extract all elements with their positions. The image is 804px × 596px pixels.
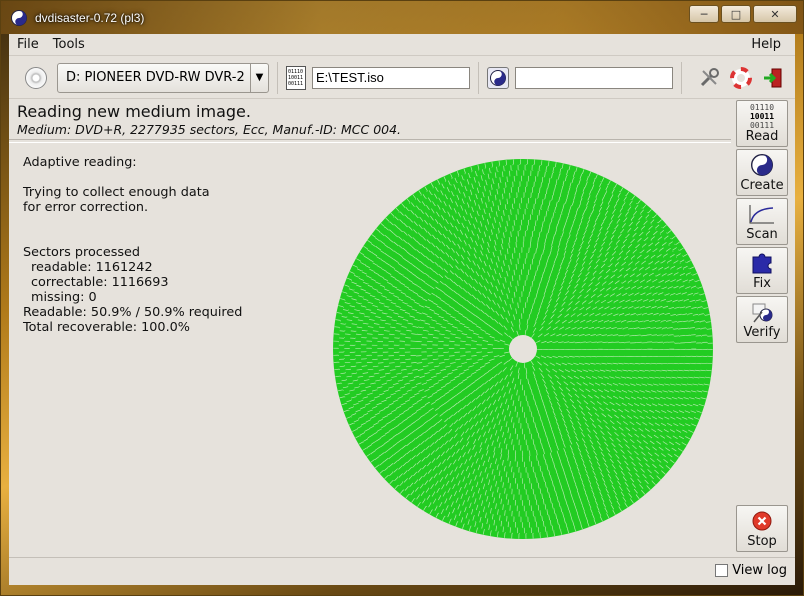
drive-select[interactable]: D: PIONEER DVD-RW DVR-2 ▼ bbox=[57, 62, 269, 93]
toolbar-separator bbox=[277, 61, 278, 94]
sectors-header: Sectors processed bbox=[23, 245, 141, 260]
view-log-label: View log bbox=[732, 563, 787, 578]
yin-yang-icon bbox=[751, 152, 773, 178]
medium-info: Medium: DVD+R, 2277935 sectors, Ecc, Man… bbox=[17, 122, 402, 137]
binary-read-icon: 01110 10011 00111 bbox=[749, 102, 775, 130]
view-log-button[interactable]: View log bbox=[715, 563, 787, 578]
log-icon bbox=[715, 564, 729, 577]
read-icon-bits: 01110 bbox=[749, 102, 775, 112]
dropdown-arrow-icon[interactable]: ▼ bbox=[250, 63, 268, 92]
fix-button[interactable]: Fix bbox=[736, 247, 788, 294]
scan-curve-icon bbox=[748, 201, 776, 227]
reading-panel: Adaptive reading: Trying to collect enou… bbox=[9, 142, 731, 556]
info-text: for error correction. bbox=[23, 200, 149, 215]
file-icon-bits: 00111 bbox=[288, 80, 304, 87]
preferences-icon[interactable] bbox=[696, 65, 722, 91]
reading-stats: Adaptive reading: Trying to collect enou… bbox=[23, 155, 242, 335]
info-text: Trying to collect enough data bbox=[23, 185, 210, 200]
minimize-button[interactable]: ─ bbox=[689, 5, 719, 23]
ecc-file-icon[interactable] bbox=[487, 66, 509, 89]
window-title: dvdisaster-0.72 (pl3) bbox=[35, 10, 145, 25]
correctable-count: correctable: 1116693 bbox=[31, 275, 169, 290]
image-file-icon[interactable]: 01110 10011 00111 bbox=[286, 65, 306, 90]
stop-button-label: Stop bbox=[747, 534, 777, 549]
readable-count: readable: 1161242 bbox=[31, 260, 153, 275]
read-icon-bits: 10011 bbox=[749, 111, 775, 121]
action-sidebar: 01110 10011 00111 Read Create Scan Fix V… bbox=[736, 100, 790, 556]
dvdisaster-logo-icon bbox=[11, 9, 27, 26]
title-bar[interactable]: dvdisaster-0.72 (pl3) ─ □ ✕ bbox=[1, 1, 803, 34]
help-lifebuoy-icon[interactable] bbox=[728, 65, 754, 91]
menu-help[interactable]: Help bbox=[747, 37, 787, 52]
scan-button-label: Scan bbox=[746, 227, 778, 242]
file-icon-bits: 01110 bbox=[288, 68, 304, 75]
missing-count: missing: 0 bbox=[31, 290, 97, 305]
menu-file[interactable]: File bbox=[13, 37, 45, 52]
mode-label: Adaptive reading: bbox=[23, 155, 137, 170]
sector-map-disc bbox=[333, 159, 713, 539]
menu-bar: File Tools Help bbox=[9, 34, 795, 56]
scan-button[interactable]: Scan bbox=[736, 198, 788, 245]
status-area: Reading new medium image. Medium: DVD+R,… bbox=[9, 100, 731, 140]
readable-percent: Readable: 50.9% / 50.9% required bbox=[23, 305, 243, 320]
puzzle-piece-icon bbox=[750, 250, 774, 276]
stop-button[interactable]: Stop bbox=[736, 505, 788, 552]
read-button[interactable]: 01110 10011 00111 Read bbox=[736, 100, 788, 147]
verify-button[interactable]: Verify bbox=[736, 296, 788, 343]
verify-button-label: Verify bbox=[743, 325, 781, 340]
client-area: File Tools Help D: PIONEER DVD-RW DVR-2 … bbox=[9, 34, 795, 585]
image-file-input[interactable]: E:\TEST.iso bbox=[312, 66, 470, 89]
fix-button-label: Fix bbox=[753, 276, 771, 291]
bottom-bar: View log bbox=[9, 557, 795, 585]
stop-icon bbox=[752, 508, 772, 534]
toolbar-separator bbox=[478, 61, 479, 94]
create-button[interactable]: Create bbox=[736, 149, 788, 196]
create-button-label: Create bbox=[740, 178, 784, 193]
quit-exit-icon[interactable] bbox=[760, 65, 786, 91]
yin-yang-icon bbox=[490, 69, 506, 86]
toolbar-separator bbox=[681, 61, 682, 94]
menu-tools[interactable]: Tools bbox=[49, 37, 91, 52]
app-window: dvdisaster-0.72 (pl3) ─ □ ✕ File Tools H… bbox=[0, 0, 804, 596]
file-icon-bits: 10011 bbox=[288, 74, 304, 81]
drive-select-value: D: PIONEER DVD-RW DVR-2 bbox=[66, 70, 245, 85]
maximize-button[interactable]: □ bbox=[721, 5, 751, 23]
toolbar: D: PIONEER DVD-RW DVR-2 ▼ 01110 10011 00… bbox=[9, 57, 795, 99]
recoverable-percent: Total recoverable: 100.0% bbox=[23, 320, 190, 335]
status-title: Reading new medium image. bbox=[17, 102, 251, 121]
ecc-file-input[interactable] bbox=[515, 66, 673, 89]
verify-icon bbox=[750, 299, 774, 325]
close-button[interactable]: ✕ bbox=[753, 5, 797, 23]
read-button-label: Read bbox=[745, 129, 779, 144]
cd-drive-icon bbox=[25, 66, 47, 89]
